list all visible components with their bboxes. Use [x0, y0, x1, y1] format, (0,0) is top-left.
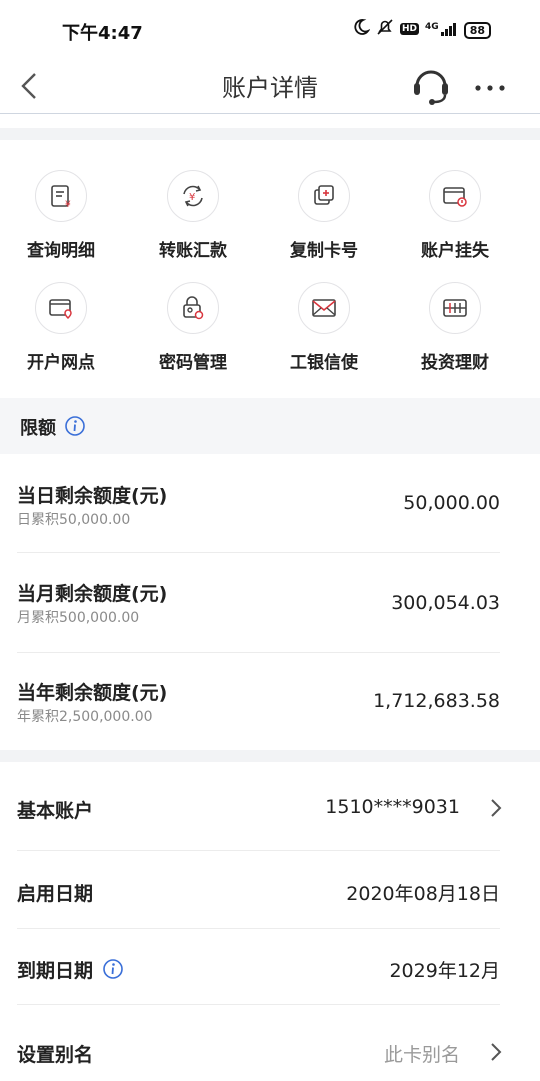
row-subtext: 日累积50,000.00 — [17, 512, 131, 528]
more-dots-icon — [475, 85, 505, 91]
mute-bell-icon — [376, 18, 394, 40]
chevron-right-icon — [491, 799, 502, 817]
more-button[interactable] — [470, 66, 510, 106]
row-value: 1510****9031 — [325, 796, 460, 818]
signal-icon: 4G — [425, 22, 458, 36]
limit-title: 限额 — [20, 418, 56, 439]
row-label: 当月剩余额度(元) — [17, 583, 168, 605]
action-password[interactable]: 密码管理 — [128, 276, 258, 386]
copy-card-icon — [298, 170, 350, 222]
section-gap — [0, 750, 540, 762]
headset-icon — [414, 70, 448, 105]
action-label: 开户网点 — [27, 353, 95, 373]
row-value: 50,000.00 — [403, 492, 500, 514]
set-alias-row[interactable]: 设置别名 此卡别名 — [0, 1006, 540, 1081]
transfer-icon: ¥ — [167, 170, 219, 222]
action-label: 账户挂失 — [421, 241, 489, 261]
svg-text:¥: ¥ — [189, 192, 195, 203]
battery-level: 88 — [463, 22, 491, 39]
basic-account-row[interactable]: 基本账户 1510****9031 — [0, 762, 540, 852]
password-icon — [167, 282, 219, 334]
action-message[interactable]: 工银信使 — [259, 276, 389, 386]
daily-limit-row: 当日剩余额度(元) 日累积50,000.00 50,000.00 — [0, 454, 540, 554]
monthly-limit-row: 当月剩余额度(元) 月累积500,000.00 300,054.03 — [0, 554, 540, 654]
limit-section-header: 限额 — [0, 398, 540, 454]
chevron-right-icon — [491, 1043, 502, 1061]
row-value: 2029年12月 — [389, 960, 500, 982]
action-report-loss[interactable]: 账户挂失 — [390, 164, 520, 274]
status-time: 下午4:47 — [62, 23, 143, 44]
action-label: 复制卡号 — [290, 241, 358, 261]
action-label: 投资理财 — [421, 353, 489, 373]
info-icon[interactable] — [64, 415, 86, 437]
action-label: 密码管理 — [159, 353, 227, 373]
action-invest[interactable]: 投资理财 — [390, 276, 520, 386]
row-value: 1,712,683.58 — [373, 690, 500, 712]
status-icons: HD 4G 88 — [352, 18, 492, 40]
start-date-row: 启用日期 2020年08月18日 — [0, 852, 540, 930]
network-type: 4G — [425, 22, 439, 32]
customer-service-button[interactable] — [410, 62, 452, 106]
row-subtext: 年累积2,500,000.00 — [17, 709, 153, 725]
row-label: 设置别名 — [17, 1044, 94, 1066]
row-label: 基本账户 — [17, 800, 94, 822]
divider — [17, 652, 500, 653]
divider — [17, 928, 500, 929]
row-value: 300,054.03 — [391, 592, 500, 614]
message-envelope-icon — [298, 282, 350, 334]
branch-location-icon — [35, 282, 87, 334]
row-value: 2020年08月18日 — [346, 883, 500, 905]
action-copy-card[interactable]: 复制卡号 — [259, 164, 389, 274]
row-label: 启用日期 — [17, 883, 94, 905]
row-subtext: 月累积500,000.00 — [17, 610, 140, 626]
row-label: 当日剩余额度(元) — [17, 485, 168, 507]
report-loss-icon — [429, 170, 481, 222]
row-label: 当年剩余额度(元) — [17, 682, 168, 704]
alias-placeholder: 此卡别名 — [383, 1044, 460, 1066]
invest-icon — [429, 282, 481, 334]
divider — [17, 850, 500, 851]
action-label: 查询明细 — [27, 241, 95, 261]
page-title: 账户详情 — [222, 74, 318, 102]
status-bar: 下午4:47 HD 4G 88 — [0, 0, 540, 58]
divider — [17, 1004, 500, 1005]
section-gap — [0, 128, 540, 140]
action-label: 转账汇款 — [159, 241, 227, 261]
yearly-limit-row: 当年剩余额度(元) 年累积2,500,000.00 1,712,683.58 — [0, 654, 540, 750]
row-label: 到期日期 — [17, 960, 94, 982]
action-branch[interactable]: 开户网点 — [0, 276, 126, 386]
info-icon[interactable] — [102, 958, 124, 980]
action-statement[interactable]: ¥ 查询明细 — [0, 164, 126, 274]
divider — [17, 552, 500, 553]
quick-actions-grid: ¥ 查询明细 ¥ 转账汇款 复制卡号 账户挂失 开户网点 密码管理 工银信使 投… — [0, 140, 540, 398]
battery-icon: 88 — [463, 20, 492, 39]
nav-bar: 账户详情 — [0, 58, 540, 114]
action-label: 工银信使 — [290, 353, 358, 373]
statement-icon: ¥ — [35, 170, 87, 222]
moon-icon — [352, 18, 371, 40]
expire-date-row: 到期日期 2029年12月 — [0, 930, 540, 1006]
svg-text:¥: ¥ — [65, 200, 71, 209]
action-transfer[interactable]: ¥ 转账汇款 — [128, 164, 258, 274]
hd-icon: HD — [400, 23, 420, 35]
